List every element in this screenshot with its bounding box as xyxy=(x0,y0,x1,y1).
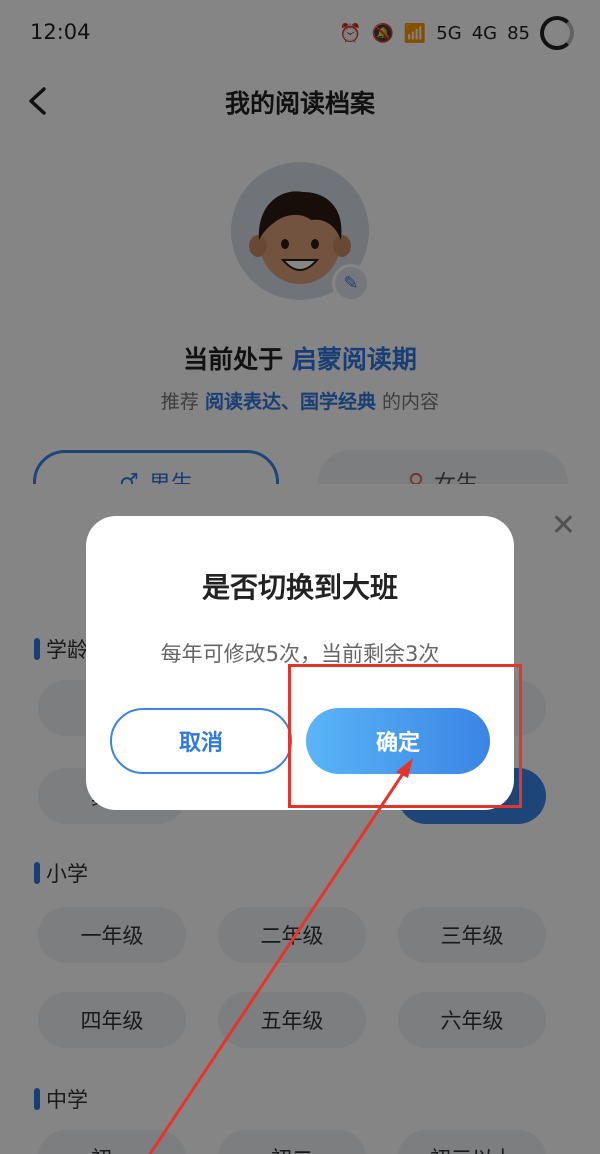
cancel-button[interactable]: 取消 xyxy=(110,708,292,774)
annotation-highlight-box xyxy=(288,664,522,808)
dialog-title: 是否切换到大班 xyxy=(201,571,398,604)
screen: 12:04 ⏰ 🔕 📶 5G 4G 85 我的阅读档案 ✎ 当前处于 启蒙阅读期… xyxy=(0,0,600,1154)
